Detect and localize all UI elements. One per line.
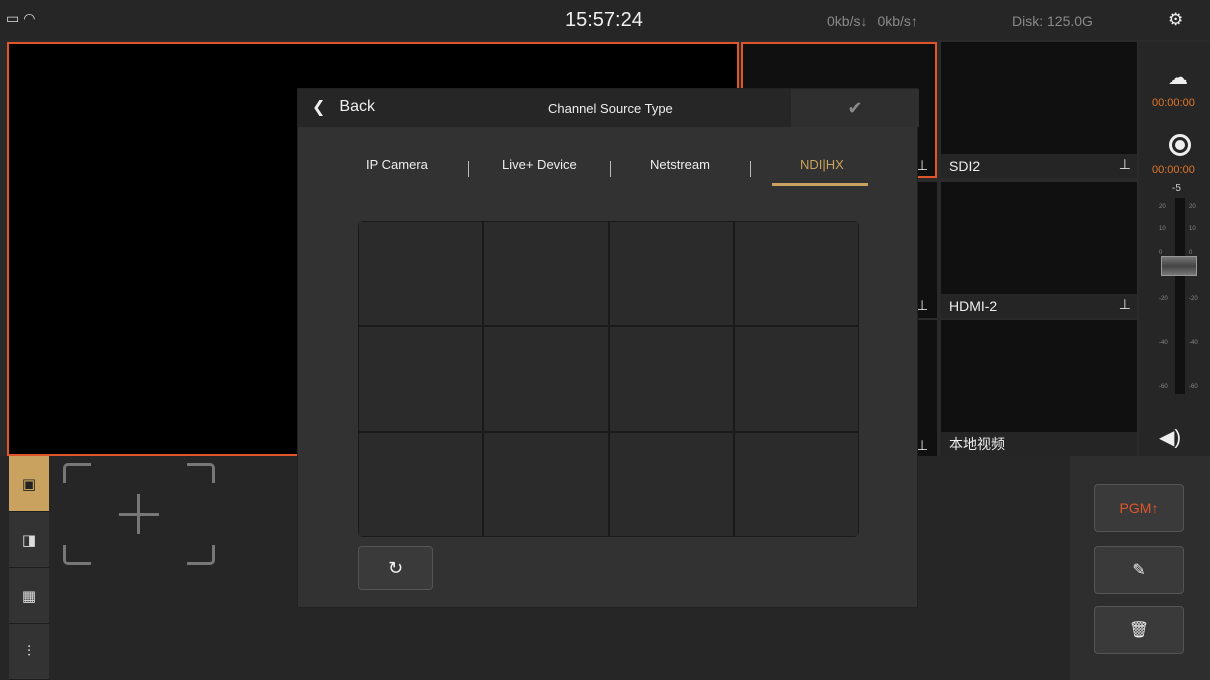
left-toolbar: ▣ ◨ ▦ ⫶ xyxy=(9,456,49,680)
back-button[interactable]: ❮ Back xyxy=(312,97,375,117)
download-rate: 0kb/s↓ xyxy=(827,13,868,29)
volume-track xyxy=(1175,198,1185,394)
source-cell[interactable] xyxy=(359,327,483,431)
channel-label: SDI2 xyxy=(941,154,1137,178)
status-bar: ▭ ◠ 15:57:24 0kb/s↓ 0kb/s↑ Disk: 125.0G … xyxy=(0,0,1210,40)
source-cell[interactable] xyxy=(734,327,858,431)
meter-tick: -60 xyxy=(1159,384,1168,390)
channel-tile-6[interactable]: 本地视频 xyxy=(941,320,1137,456)
tab-netstream[interactable]: Netstream xyxy=(650,157,710,172)
source-cell[interactable] xyxy=(359,222,483,326)
cloud-stream-icon[interactable]: ☁ xyxy=(1168,65,1188,90)
scoreboard-button[interactable]: ▦ xyxy=(9,568,49,624)
meter-tick: 10 xyxy=(1159,226,1166,232)
pgm-button[interactable]: PGM ↑ xyxy=(1094,484,1184,532)
image-layer-button[interactable]: ▣ xyxy=(9,456,49,512)
source-cell[interactable] xyxy=(609,222,733,326)
upload-rate: 0kb/s↑ xyxy=(877,13,918,29)
dialog-header: ❮ Back Channel Source Type ✔ xyxy=(298,89,919,127)
tab-live-device[interactable]: Live+ Device xyxy=(502,157,577,172)
record-icon[interactable] xyxy=(1169,134,1191,156)
volume-knob[interactable] xyxy=(1161,256,1197,276)
channel-tile-2[interactable]: SDI2 ⊥ xyxy=(941,42,1137,178)
edit-icon: ✎ xyxy=(1132,562,1146,579)
gear-icon[interactable]: ⚙ xyxy=(1168,10,1183,30)
pip-icon: ◨ xyxy=(21,531,37,549)
meter-tick: -20 xyxy=(1189,296,1198,302)
delete-button[interactable]: 🗑 xyxy=(1094,606,1184,654)
disk-space: Disk: 125.0G xyxy=(1012,13,1093,29)
meter-tick: -40 xyxy=(1159,340,1168,346)
speaker-icon[interactable]: ◀) xyxy=(1159,425,1181,450)
dialog-title: Channel Source Type xyxy=(548,101,673,116)
scoreboard-icon: ▦ xyxy=(21,587,37,605)
tab-ndi-hx[interactable]: NDI|HX xyxy=(800,157,844,172)
meter-tick: -20 xyxy=(1159,296,1168,302)
meter-tick: 20 xyxy=(1159,204,1166,210)
source-cell[interactable] xyxy=(484,222,608,326)
record-time: 00:00:00 xyxy=(1152,164,1195,176)
stream-time: 00:00:00 xyxy=(1152,97,1195,109)
source-cell[interactable] xyxy=(359,432,483,536)
channel-source-dialog: ❮ Back Channel Source Type ✔ IP Camera L… xyxy=(297,88,919,608)
back-label: Back xyxy=(339,98,375,115)
source-cell[interactable] xyxy=(484,432,608,536)
source-cell[interactable] xyxy=(609,327,733,431)
refresh-button[interactable]: ↻ xyxy=(358,546,433,590)
channel-label: HDMI-2 xyxy=(941,294,1137,318)
check-icon: ✔ xyxy=(847,97,863,118)
monitor-icon: ▭ xyxy=(6,10,20,26)
source-grid xyxy=(358,221,859,537)
source-cell[interactable] xyxy=(734,432,858,536)
source-cell[interactable] xyxy=(484,327,608,431)
chevron-left-icon: ❮ xyxy=(312,99,326,116)
arrow-up-icon: ↑ xyxy=(1151,500,1159,516)
bandwidth-rates: 0kb/s↓ 0kb/s↑ xyxy=(827,13,918,29)
sliders-icon: ⫶ xyxy=(27,643,31,660)
meter-tick: -60 xyxy=(1189,384,1198,390)
status-icons: ▭ ◠ xyxy=(6,10,35,27)
mixer-button[interactable]: ⫶ xyxy=(9,624,49,680)
meter-tick: 10 xyxy=(1189,226,1196,232)
meter-tick: 20 xyxy=(1189,204,1196,210)
confirm-button[interactable]: ✔ xyxy=(791,89,919,127)
add-channel-icon[interactable]: ⊥ xyxy=(1119,296,1131,313)
image-icon: ▣ xyxy=(21,475,37,493)
refresh-icon: ↻ xyxy=(387,557,404,578)
audio-stream-panel: ☁ 00:00:00 00:00:00 -5 20 10 0 -20 -40 -… xyxy=(1139,42,1210,456)
wifi-icon: ◠ xyxy=(23,10,36,26)
pip-layer-button[interactable]: ◨ xyxy=(9,512,49,568)
edit-button[interactable]: ✎ xyxy=(1094,546,1184,594)
source-tabs: IP Camera Live+ Device Netstream NDI|HX xyxy=(334,157,894,187)
action-panel: PGM ↑ ✎ 🗑 xyxy=(1070,456,1210,680)
volume-value: -5 xyxy=(1172,183,1181,194)
add-channel-icon[interactable]: ⊥ xyxy=(1119,156,1131,173)
add-layer-button[interactable] xyxy=(63,463,215,565)
trash-icon: 🗑 xyxy=(1128,622,1150,639)
tab-ip-camera[interactable]: IP Camera xyxy=(366,157,428,172)
volume-slider[interactable]: 20 10 0 -20 -40 -60 20 10 0 -20 -40 -60 xyxy=(1159,198,1199,398)
channel-tile-4[interactable]: HDMI-2 ⊥ xyxy=(941,182,1137,318)
source-cell[interactable] xyxy=(609,432,733,536)
channel-label: 本地视频 xyxy=(941,432,1137,456)
meter-tick: -40 xyxy=(1189,340,1198,346)
clock: 15:57:24 xyxy=(565,9,643,31)
active-tab-indicator xyxy=(772,183,868,186)
source-cell[interactable] xyxy=(734,222,858,326)
